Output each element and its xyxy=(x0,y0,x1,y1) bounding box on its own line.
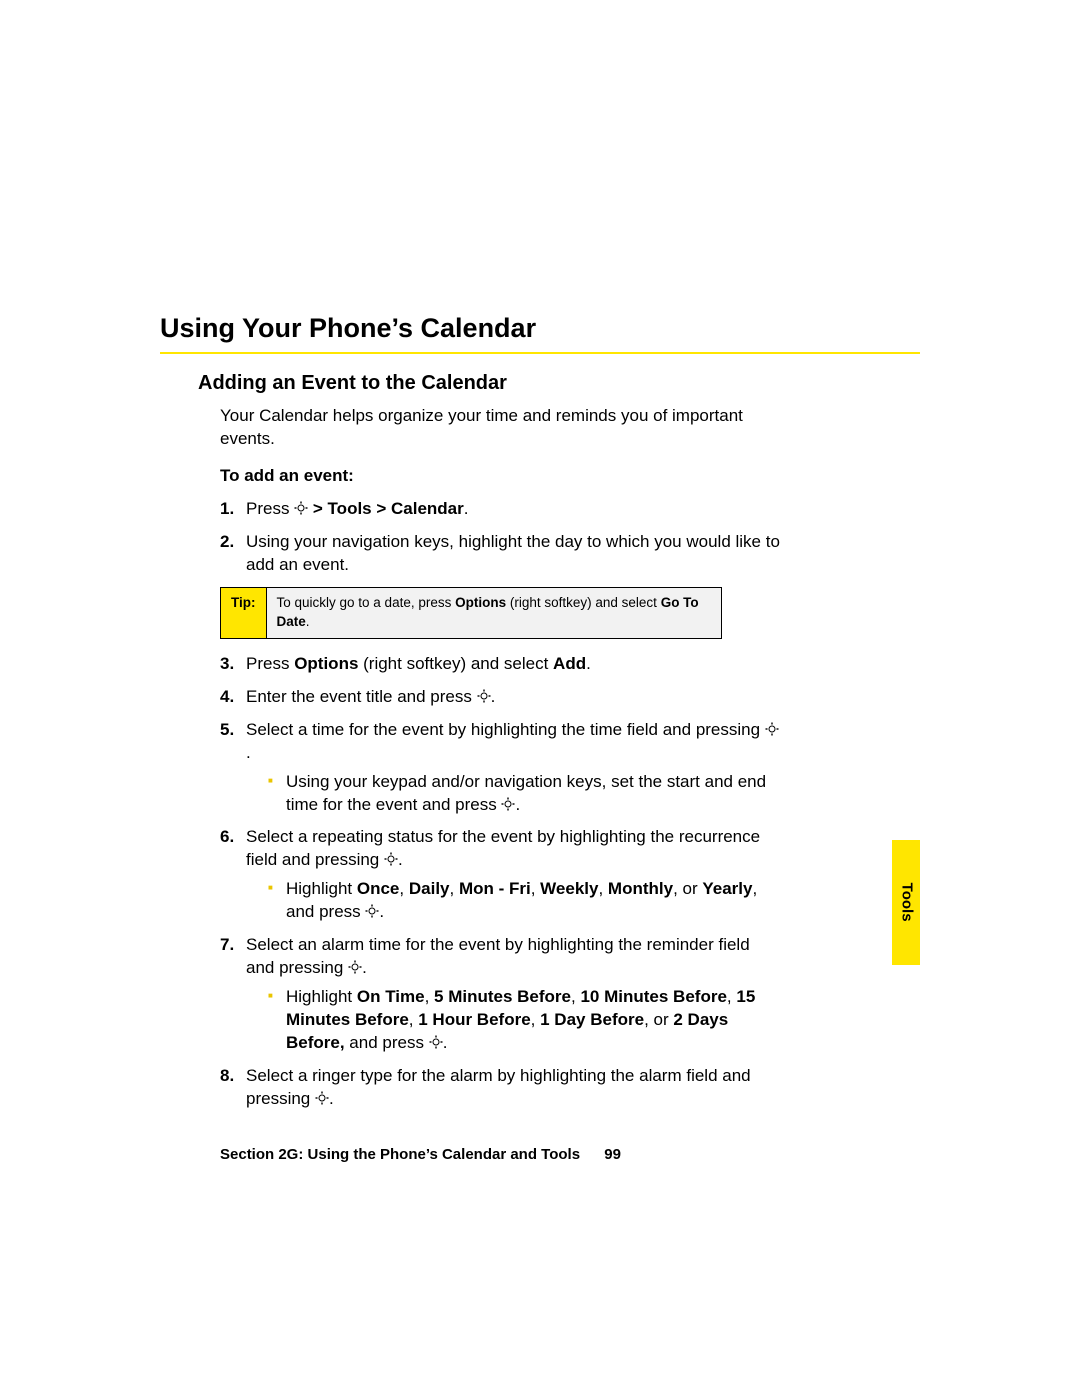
step-6-sub-1: Highlight Once, Daily, Mon - Fri, Weekly… xyxy=(268,878,780,924)
step-3: 3. Press Options (right softkey) and sel… xyxy=(220,653,780,676)
dpad-icon xyxy=(477,689,491,703)
side-tab-label: Tools xyxy=(896,883,916,922)
dpad-icon xyxy=(429,1035,443,1049)
step-4: 4. Enter the event title and press . xyxy=(220,686,780,709)
step-1: 1. Press > Tools > Calendar. xyxy=(220,498,780,521)
dpad-icon xyxy=(294,501,308,515)
section-title: Adding an Event to the Calendar xyxy=(160,370,920,397)
step-8: 8. Select a ringer type for the alarm by… xyxy=(220,1065,780,1111)
title-underline xyxy=(160,352,920,354)
dpad-icon xyxy=(765,722,779,736)
manual-page: Using Your Phone’s Calendar Adding an Ev… xyxy=(0,0,1080,1397)
step-2: 2. Using your navigation keys, highlight… xyxy=(220,531,780,577)
step-6-sub: Highlight Once, Daily, Mon - Fri, Weekly… xyxy=(246,878,780,924)
intro-text: Your Calendar helps organize your time a… xyxy=(160,405,780,451)
step-list-cont: 3. Press Options (right softkey) and sel… xyxy=(160,653,780,1111)
step-7: 7. Select an alarm time for the event by… xyxy=(220,934,780,1055)
dpad-icon xyxy=(315,1091,329,1105)
tip-label: Tip: xyxy=(221,588,267,638)
dpad-icon xyxy=(348,960,362,974)
step-5-sub: Using your keypad and/or navigation keys… xyxy=(246,771,780,817)
step-7-sub: Highlight On Time, 5 Minutes Before, 10 … xyxy=(246,986,780,1055)
page-number: 99 xyxy=(604,1146,621,1163)
step-5: 5. Select a time for the event by highli… xyxy=(220,719,780,817)
page-title: Using Your Phone’s Calendar xyxy=(160,310,920,346)
step-5-sub-1: Using your keypad and/or navigation keys… xyxy=(268,771,780,817)
side-tab-tools: Tools xyxy=(892,840,920,965)
dpad-icon xyxy=(365,904,379,918)
procedure-heading: To add an event: xyxy=(160,465,920,488)
tip-body: To quickly go to a date, press Options (… xyxy=(267,588,722,638)
footer-section: Section 2G: Using the Phone’s Calendar a… xyxy=(220,1146,580,1163)
dpad-icon xyxy=(501,797,515,811)
page-footer: Section 2G: Using the Phone’s Calendar a… xyxy=(160,1145,920,1165)
step-list: 1. Press > Tools > Calendar. 2. Using yo… xyxy=(160,498,780,577)
dpad-icon xyxy=(384,852,398,866)
tip-box: Tip: To quickly go to a date, press Opti… xyxy=(220,587,722,639)
step-6: 6. Select a repeating status for the eve… xyxy=(220,826,780,924)
step-7-sub-1: Highlight On Time, 5 Minutes Before, 10 … xyxy=(268,986,780,1055)
